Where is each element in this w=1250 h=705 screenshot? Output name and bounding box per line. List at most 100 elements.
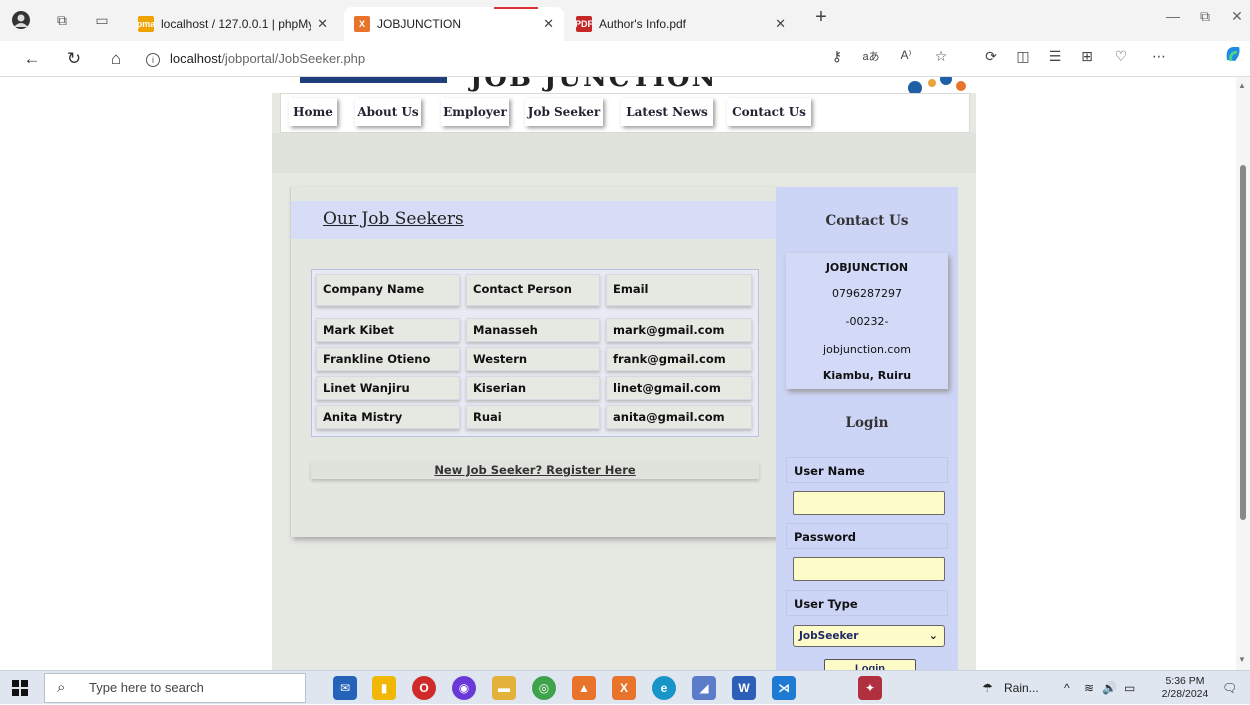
more-menu-icon[interactable]: ⋯ [1148,48,1170,65]
sticky-notes-icon[interactable]: ▮ [372,676,396,700]
scroll-down-icon[interactable]: ▼ [1238,655,1246,664]
chevron-down-icon: ⌄ [928,629,938,642]
company-name: JOBJUNCTION [825,261,909,274]
collections-icon[interactable]: ⊞ [1076,48,1098,65]
back-arrow-icon[interactable]: ← [18,47,46,71]
volume-icon[interactable]: 🔊 [1102,671,1117,705]
chrome-icon[interactable]: ◎ [532,676,556,700]
decor-dot [928,79,936,87]
scroll-up-icon[interactable]: ▲ [1238,81,1246,90]
tab-actions-icon[interactable]: ▭ [90,8,114,32]
close-tab-icon[interactable]: ✕ [317,16,328,32]
close-tab-icon[interactable]: ✕ [775,16,786,32]
table-header: Contact Person [466,274,600,306]
taskbar-search-input[interactable]: ⌕ Type here to search [44,673,306,703]
contact-box: JOBJUNCTION 0796287297 -00232- jobjuncti… [786,253,948,389]
system-clock[interactable]: 5:36 PM 2/28/2024 [1160,675,1210,701]
read-aloud-icon[interactable]: A⁾ [895,48,917,62]
table-cell: Mark Kibet [316,318,460,342]
windows-taskbar: ⌕ Type here to search ✉ ▮ O ◉ ▬ ◎ ▲ X e … [0,670,1250,704]
weather-icon[interactable]: ☂ [982,671,993,705]
notifications-icon[interactable]: 🗨 [1222,671,1237,705]
site-logo: JOB JUNCTION [470,77,718,93]
user-type-select[interactable]: JobSeeker ⌄ [793,625,945,647]
app-icon[interactable]: ✦ [858,676,882,700]
network-icon[interactable]: ≋ [1084,671,1094,705]
vlc-icon[interactable]: ▲ [572,676,596,700]
user-name-label: User Name [786,457,948,483]
decor-dot [956,81,966,91]
edge-icon[interactable]: e [652,676,676,700]
user-name-input[interactable] [793,491,945,515]
nav-home[interactable]: Home [289,98,337,126]
table-header: Email [606,274,752,306]
new-tab-button[interactable]: + [806,6,836,29]
scrollbar-thumb[interactable] [1240,165,1246,520]
location: Kiambu, Ruiru [822,369,912,382]
close-tab-icon[interactable]: ✕ [543,16,554,32]
tab-jobjunction[interactable]: X JOBJUNCTION ✕ [344,7,564,41]
favorites-list-icon[interactable]: ☰ [1044,48,1066,65]
login-heading: Login [845,415,889,431]
copilot-icon[interactable] [1222,44,1244,67]
browser-tab-strip: ⧉ ▭ pma localhost / 127.0.0.1 | phpMyAdm… [0,0,1250,41]
browser-app-icon[interactable]: ◉ [452,676,476,700]
file-explorer-icon[interactable]: ▬ [492,676,516,700]
split-screen-icon[interactable]: ◫ [1012,48,1034,65]
home-icon[interactable]: ⌂ [102,47,130,71]
nav-contact-us[interactable]: Contact Us [727,98,811,126]
extensions-icon[interactable]: ⟳ [980,48,1002,65]
favorite-star-icon[interactable]: ☆ [930,48,952,65]
login-form: User Name Password User Type JobSeeker ⌄… [786,457,948,670]
phpmyadmin-icon: pma [137,16,155,32]
table-header: Company Name [316,274,460,306]
nav-employer[interactable]: Employer [441,98,509,126]
tab-phpmyadmin[interactable]: pma localhost / 127.0.0.1 | phpMyAdmin ✕ [128,7,338,41]
table-cell: linet@gmail.com [606,376,752,400]
password-label: Password [786,523,948,549]
minimize-button[interactable]: — [1158,8,1188,24]
contact-us-heading: Contact Us [825,213,909,229]
mail-icon[interactable]: ✉ [333,676,357,700]
refresh-icon[interactable]: ↻ [60,47,88,71]
main-content: Our Job Seekers Company Name Contact Per… [290,187,777,537]
tray-chevron-icon[interactable]: ^ [1064,671,1070,705]
job-seekers-table: Company Name Contact Person Email Mark K… [311,269,759,437]
app-icon[interactable]: ◢ [692,676,716,700]
register-row: New Job Seeker? Register Here [311,461,759,479]
site-container: JOB JUNCTION Home About Us Employer Job … [272,77,976,670]
vscode-icon[interactable]: ⋊ [772,676,796,700]
page-scrollbar[interactable]: ▲ ▼ [1236,77,1250,670]
tab-authors-info-pdf[interactable]: PDF Author's Info.pdf ✕ [566,7,796,41]
translate-icon[interactable]: aあ [860,48,882,64]
profile-icon[interactable] [9,8,33,32]
search-icon: ⌕ [57,679,66,696]
page-title[interactable]: Our Job Seekers [323,209,464,229]
restore-button[interactable]: ⧉ [1190,8,1220,25]
password-input[interactable] [793,557,945,581]
word-icon[interactable]: W [732,676,756,700]
close-window-button[interactable]: ✕ [1222,8,1250,25]
nav-job-seeker[interactable]: Job Seeker [525,98,603,126]
key-icon[interactable]: ⚷ [826,48,848,65]
weather-text[interactable]: Rain... [1004,671,1039,705]
table-cell: Ruai [466,405,600,429]
battery-icon[interactable]: ▭ [1124,671,1135,705]
decor-dot [940,77,952,85]
opera-icon[interactable]: O [412,676,436,700]
content-title-bar: Our Job Seekers [291,201,777,239]
phone-number: 0796287297 [832,287,902,300]
workspaces-icon[interactable]: ⧉ [50,8,74,32]
windows-start-icon[interactable] [12,680,28,696]
login-button[interactable]: Login [824,659,916,670]
nav-latest-news[interactable]: Latest News [621,98,713,126]
header-band [272,133,976,173]
browser-essentials-icon[interactable]: ♡ [1110,48,1132,65]
page-viewport: JOB JUNCTION Home About Us Employer Job … [0,77,1250,670]
user-type-label: User Type [786,590,948,616]
decor-dot [908,81,922,93]
register-link[interactable]: New Job Seeker? Register Here [434,463,635,477]
info-icon[interactable]: i [146,53,160,67]
xampp-icon[interactable]: X [612,676,636,700]
nav-about-us[interactable]: About Us [355,98,421,126]
